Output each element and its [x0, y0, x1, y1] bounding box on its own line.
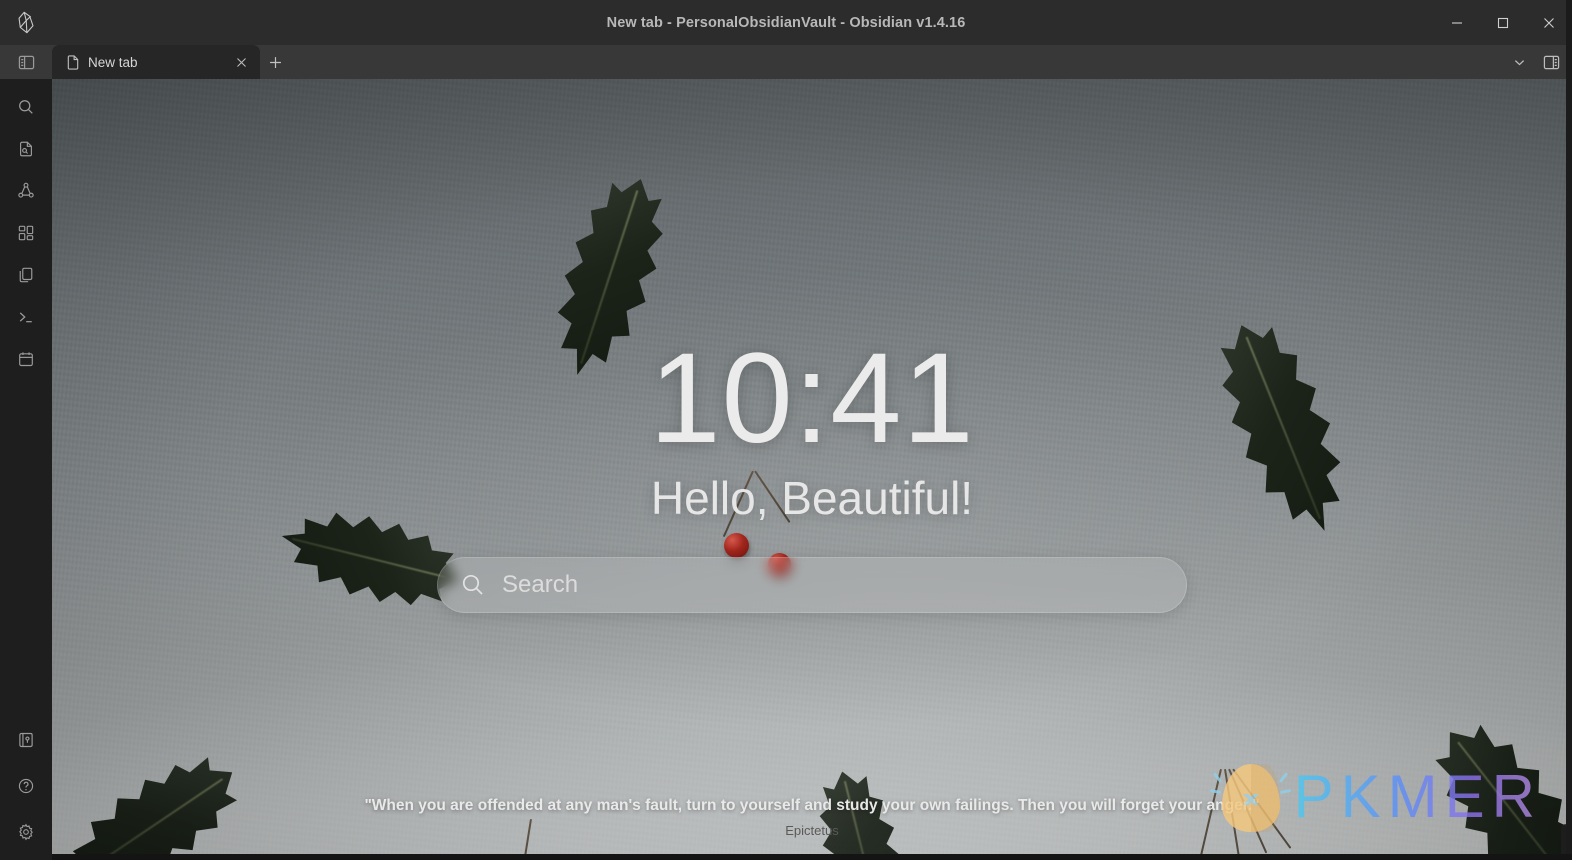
search-input[interactable] [502, 570, 1164, 599]
right-sidebar-toggle-icon[interactable] [1536, 47, 1566, 77]
title-bar: New tab - PersonalObsidianVault - Obsidi… [0, 0, 1572, 45]
obsidian-logo-icon [0, 0, 52, 45]
window-right-edge [1566, 0, 1572, 860]
new-tab-button[interactable] [260, 45, 290, 79]
document-icon [66, 54, 80, 70]
main-column: New tab 10:41 Hello, Beautiful! Search "… [52, 45, 1572, 860]
canvas-grid-icon[interactable] [10, 217, 42, 249]
file-search-icon[interactable] [10, 133, 42, 165]
graph-view-icon[interactable] [10, 175, 42, 207]
window-title: New tab - PersonalObsidianVault - Obsidi… [606, 14, 966, 31]
quote-block: "When you are offended at any man's faul… [52, 796, 1572, 838]
tab-title: New tab [88, 54, 138, 70]
tab-bar-right-controls [1504, 45, 1566, 79]
copy-files-icon[interactable] [10, 259, 42, 291]
obsidian-window: New tab - PersonalObsidianVault - Obsidi… [0, 0, 1572, 860]
search-icon[interactable] [10, 91, 42, 123]
tab-bar: New tab [52, 45, 1572, 79]
ribbon-bottom-group [10, 724, 42, 860]
left-sidebar-toggle-icon[interactable] [10, 46, 42, 78]
ribbon-sidebar-toggle-band [0, 45, 52, 79]
search-icon [460, 572, 486, 598]
ribbon-top-group [10, 91, 42, 375]
window-controls [1434, 0, 1572, 45]
homepage-widgets: 10:41 Hello, Beautiful! [52, 327, 1572, 613]
greeting-text: Hello, Beautiful! [650, 471, 974, 524]
search-bar[interactable] [437, 556, 1187, 613]
calendar-icon[interactable] [10, 343, 42, 375]
quote-text: "When you are offended at any man's faul… [364, 797, 1260, 815]
minimize-button[interactable] [1434, 0, 1480, 45]
settings-gear-icon[interactable] [10, 816, 42, 848]
left-ribbon [0, 0, 52, 860]
chevron-down-icon[interactable] [1504, 47, 1534, 77]
new-tab-homepage: 10:41 Hello, Beautiful! "When you are of… [52, 79, 1572, 860]
help-icon[interactable] [10, 770, 42, 802]
close-icon[interactable] [232, 53, 250, 71]
window-bottom-edge [0, 854, 1572, 860]
quote-author: Epictetus [785, 823, 839, 838]
vault-switcher-icon[interactable] [10, 724, 42, 756]
maximize-button[interactable] [1480, 0, 1526, 45]
tab-new-tab[interactable]: New tab [52, 45, 260, 79]
clock-display: 10:41 [649, 327, 975, 470]
terminal-icon[interactable] [10, 301, 42, 333]
window-body: New tab 10:41 Hello, Beautiful! Search "… [0, 0, 1572, 860]
